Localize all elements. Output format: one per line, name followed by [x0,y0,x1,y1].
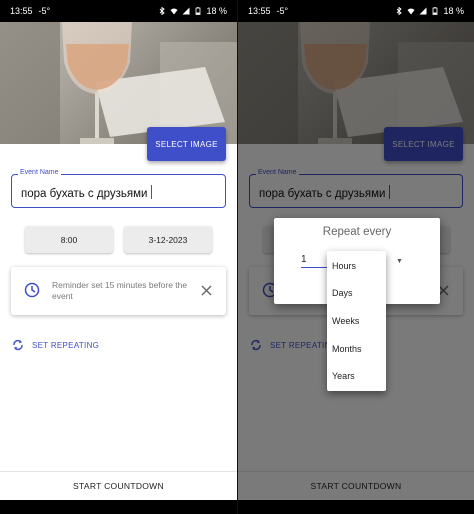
event-image [0,22,237,144]
battery-percent: 18 % [206,6,227,16]
event-name-field[interactable]: Event Name пора бухать с друзьями [11,169,226,208]
start-countdown-button[interactable]: START COUNTDOWN [0,471,237,500]
event-name-value: пора бухать с друзьями [21,188,148,200]
dropdown-option-years[interactable]: Years [327,362,386,390]
reminder-card: Reminder set 15 minutes before the event [11,267,226,315]
set-repeating-button[interactable]: SET REPEATING [12,339,99,351]
wifi-icon [407,8,415,15]
wine-glass-photo [0,22,237,144]
wifi-icon [170,8,178,15]
reminder-text: Reminder set 15 minutes before the event [52,280,188,301]
text-cursor [151,185,153,199]
event-name-label: Event Name [18,169,61,176]
clock-icon [24,282,40,298]
repeat-unit-dropdown: Hours Days Weeks Months Years [327,251,386,391]
status-temperature: -5° [38,6,51,16]
navigation-bar [238,500,474,514]
bluetooth-icon [397,7,403,15]
signal-icon [419,7,427,15]
dropdown-arrow-icon[interactable]: ▼ [396,258,403,265]
battery-icon [196,7,201,15]
navigation-bar [0,500,237,514]
status-bar: 13:55 -5° 18 % [238,0,474,22]
status-time: 13:55 [10,6,33,16]
signal-icon [182,7,190,15]
battery-icon [433,7,438,15]
battery-percent: 18 % [443,6,464,16]
set-repeating-label: SET REPEATING [32,340,100,350]
select-image-button[interactable]: SELECT IMAGE [147,127,226,161]
time-button[interactable]: 8:00 [25,226,113,253]
event-name-value-wrap: пора бухать с друзьями [21,185,153,200]
dropdown-option-weeks[interactable]: Weeks [327,307,386,335]
bluetooth-icon [160,7,166,15]
dropdown-option-days[interactable]: Days [327,280,386,308]
status-time: 13:55 [248,6,271,16]
dialog-title: Repeat every [322,226,392,238]
status-bar: 13:55 -5° 18 % [0,0,237,22]
repeat-icon [13,339,23,351]
status-temperature: -5° [276,6,289,16]
close-icon[interactable] [201,285,212,296]
date-button[interactable]: 3-12-2023 [124,226,212,253]
dropdown-option-months[interactable]: Months [327,335,386,363]
dropdown-option-hours[interactable]: Hours [327,252,386,280]
phone-screen-left: 13:55 -5° 18 % SELECT IMAGE Event Name п… [0,0,237,514]
repeat-number-input[interactable]: 1 [301,254,329,268]
